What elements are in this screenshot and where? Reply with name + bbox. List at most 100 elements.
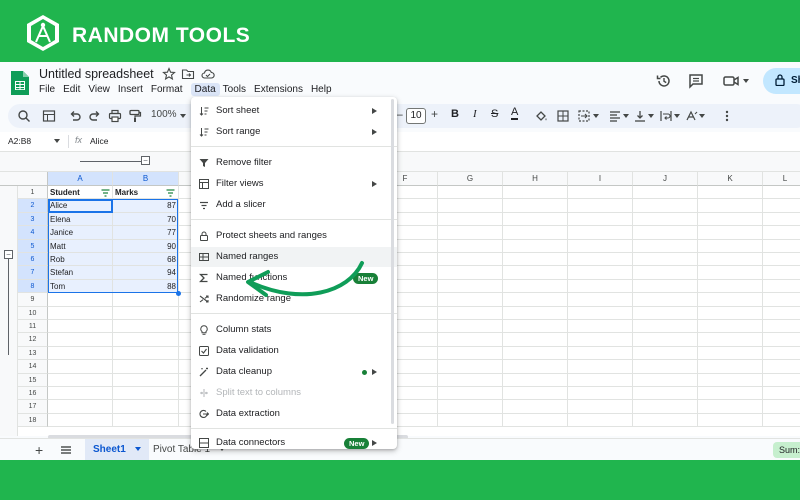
empty-cell[interactable] <box>763 400 800 414</box>
menu-item-remove-filter[interactable]: Remove filter <box>191 153 397 173</box>
vertical-align-icon[interactable] <box>633 109 647 123</box>
meet-video-icon[interactable] <box>722 72 740 90</box>
empty-cell[interactable] <box>698 333 763 347</box>
empty-cell[interactable] <box>763 307 800 320</box>
empty-cell[interactable] <box>113 373 179 387</box>
empty-cell[interactable] <box>698 186 763 200</box>
decrease-font-size-button[interactable]: – <box>396 107 403 121</box>
empty-cell[interactable] <box>48 400 113 414</box>
empty-cell[interactable] <box>698 293 763 307</box>
empty-cell[interactable] <box>763 360 800 374</box>
empty-cell[interactable] <box>113 333 179 347</box>
menu-item-sort-sheet[interactable]: Sort sheet <box>191 101 397 121</box>
empty-cell[interactable] <box>568 400 633 414</box>
empty-cell[interactable] <box>438 360 503 374</box>
empty-cell[interactable] <box>113 387 179 401</box>
italic-button[interactable]: I <box>473 108 477 120</box>
empty-cell[interactable] <box>633 400 698 414</box>
empty-cell[interactable] <box>503 320 568 334</box>
merge-cells-icon[interactable] <box>577 109 591 123</box>
empty-cell[interactable] <box>438 346 503 361</box>
zoom-dropdown-icon[interactable] <box>180 114 186 118</box>
empty-cell[interactable] <box>763 186 800 200</box>
empty-cell[interactable] <box>503 226 568 240</box>
empty-cell[interactable] <box>633 266 698 280</box>
row-header[interactable]: 11 <box>18 320 48 334</box>
marks-cell[interactable]: 70 <box>113 212 179 227</box>
text-rotation-icon[interactable] <box>684 109 698 123</box>
empty-cell[interactable] <box>48 373 113 387</box>
empty-cell[interactable] <box>503 346 568 361</box>
marks-cell[interactable]: 88 <box>113 279 179 294</box>
column-header-k[interactable]: K <box>698 172 763 186</box>
empty-cell[interactable] <box>763 387 800 401</box>
marks-cell[interactable]: 77 <box>113 226 179 240</box>
empty-cell[interactable] <box>698 266 763 280</box>
row-header[interactable]: 4 <box>18 226 48 240</box>
horizontal-align-icon[interactable] <box>608 109 622 123</box>
align-dropdown-icon[interactable] <box>623 114 629 118</box>
empty-cell[interactable] <box>438 373 503 387</box>
empty-cell[interactable] <box>503 413 568 428</box>
student-cell[interactable]: Matt <box>48 239 113 253</box>
all-sheets-icon[interactable] <box>60 445 72 455</box>
name-box[interactable]: A2:B8 <box>8 136 31 146</box>
row-header[interactable]: 10 <box>18 306 48 320</box>
filter-student-icon[interactable] <box>101 189 110 197</box>
empty-cell[interactable] <box>438 253 503 267</box>
sum-indicator[interactable]: Sum: <box>773 442 800 458</box>
row-header[interactable]: 8 <box>18 279 48 294</box>
row-header[interactable]: 16 <box>18 387 48 401</box>
empty-cell[interactable] <box>698 212 763 227</box>
empty-cell[interactable] <box>438 400 503 414</box>
empty-cell[interactable] <box>568 266 633 280</box>
empty-cell[interactable] <box>698 199 763 213</box>
empty-cell[interactable] <box>438 413 503 428</box>
empty-cell[interactable] <box>438 306 503 320</box>
fill-color-icon[interactable] <box>534 109 548 123</box>
version-history-icon[interactable] <box>655 72 673 90</box>
empty-cell[interactable] <box>698 373 763 387</box>
google-sheets-logo-icon[interactable] <box>10 70 30 96</box>
empty-cell[interactable] <box>633 212 698 227</box>
empty-cell[interactable] <box>633 253 698 267</box>
row-header[interactable]: 1 <box>18 186 48 200</box>
empty-cell[interactable] <box>633 346 698 361</box>
empty-cell[interactable] <box>503 199 568 213</box>
marks-cell[interactable]: 90 <box>113 239 179 253</box>
row-header[interactable]: 6 <box>18 253 48 267</box>
add-sheet-button[interactable]: + <box>35 442 43 458</box>
empty-cell[interactable] <box>48 346 113 361</box>
column-header-g[interactable]: G <box>438 172 503 186</box>
column-header-l[interactable]: L <box>763 172 800 186</box>
redo-icon[interactable] <box>88 109 102 123</box>
sheet-tab-dropdown-icon[interactable] <box>134 447 141 452</box>
empty-cell[interactable] <box>698 387 763 401</box>
empty-cell[interactable] <box>763 320 800 334</box>
empty-cell[interactable] <box>48 306 113 320</box>
empty-cell[interactable] <box>568 306 633 320</box>
student-cell[interactable]: Janice <box>48 226 113 240</box>
empty-cell[interactable] <box>503 266 568 280</box>
menu-item-filter-views[interactable]: Filter views <box>191 174 397 194</box>
empty-cell[interactable] <box>438 226 503 240</box>
row-header[interactable]: 15 <box>18 373 48 387</box>
spreadsheet-grid[interactable]: − A B F G H I J K L − 1 2 3 4 5 6 7 8 9 10 11 12 13 1… <box>0 152 800 436</box>
empty-cell[interactable] <box>568 212 633 227</box>
column-header-a[interactable]: A <box>48 172 113 186</box>
empty-cell[interactable] <box>48 333 113 347</box>
column-header-j[interactable]: J <box>633 172 698 186</box>
fill-handle[interactable] <box>176 291 181 296</box>
name-box-dropdown-icon[interactable] <box>54 139 60 143</box>
empty-cell[interactable] <box>763 347 800 361</box>
empty-cell[interactable] <box>568 186 633 200</box>
empty-cell[interactable] <box>568 199 633 213</box>
menu-item-protect-sheets[interactable]: Protect sheets and ranges <box>191 226 397 246</box>
empty-cell[interactable] <box>568 239 633 253</box>
empty-cell[interactable] <box>503 306 568 320</box>
menu-item-data-extraction[interactable]: Data extraction <box>191 404 397 424</box>
empty-cell[interactable] <box>633 387 698 401</box>
row-header[interactable]: 12 <box>18 333 48 347</box>
empty-cell[interactable] <box>568 413 633 428</box>
empty-cell[interactable] <box>633 306 698 320</box>
